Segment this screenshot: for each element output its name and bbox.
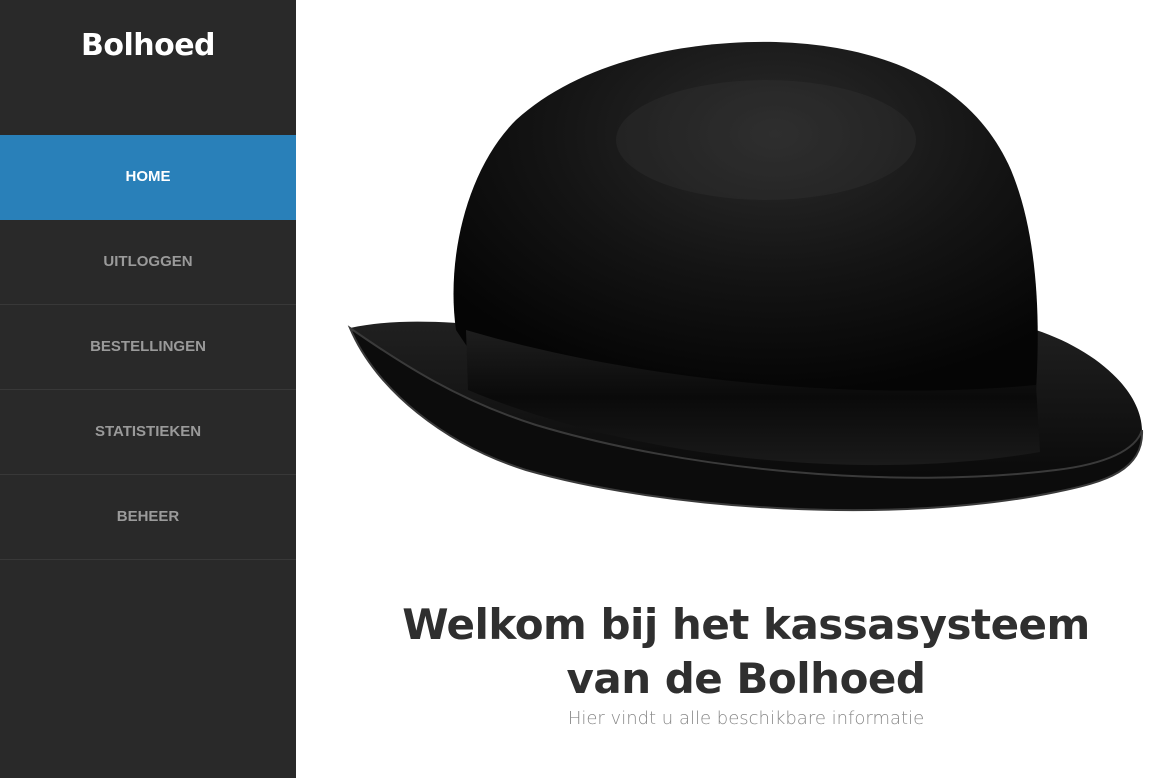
- sidebar-item-beheer[interactable]: BEHEER: [0, 475, 296, 560]
- welcome-heading: Welkom bij het kassasysteem van de Bolho…: [402, 600, 1090, 703]
- sidebar-item-statistieken[interactable]: STATISTIEKEN: [0, 390, 296, 475]
- sidebar-item-bestellingen[interactable]: BESTELLINGEN: [0, 305, 296, 390]
- main-content: Welkom bij het kassasysteem van de Bolho…: [296, 0, 1170, 778]
- sidebar-item-home[interactable]: HOME: [0, 135, 296, 220]
- sidebar-nav: HOME UITLOGGEN BESTELLINGEN STATISTIEKEN…: [0, 135, 296, 560]
- bowler-hat-image: [347, 41, 1144, 512]
- sidebar-item-uitloggen[interactable]: UITLOGGEN: [0, 220, 296, 305]
- welcome-subheading: Hier vindt u alle beschikbare informatie: [567, 708, 925, 729]
- page: Bolhoed HOME UITLOGGEN BESTELLINGEN STAT…: [0, 0, 1170, 778]
- brand-title: Bolhoed: [80, 28, 216, 63]
- sidebar: Bolhoed HOME UITLOGGEN BESTELLINGEN STAT…: [0, 0, 296, 778]
